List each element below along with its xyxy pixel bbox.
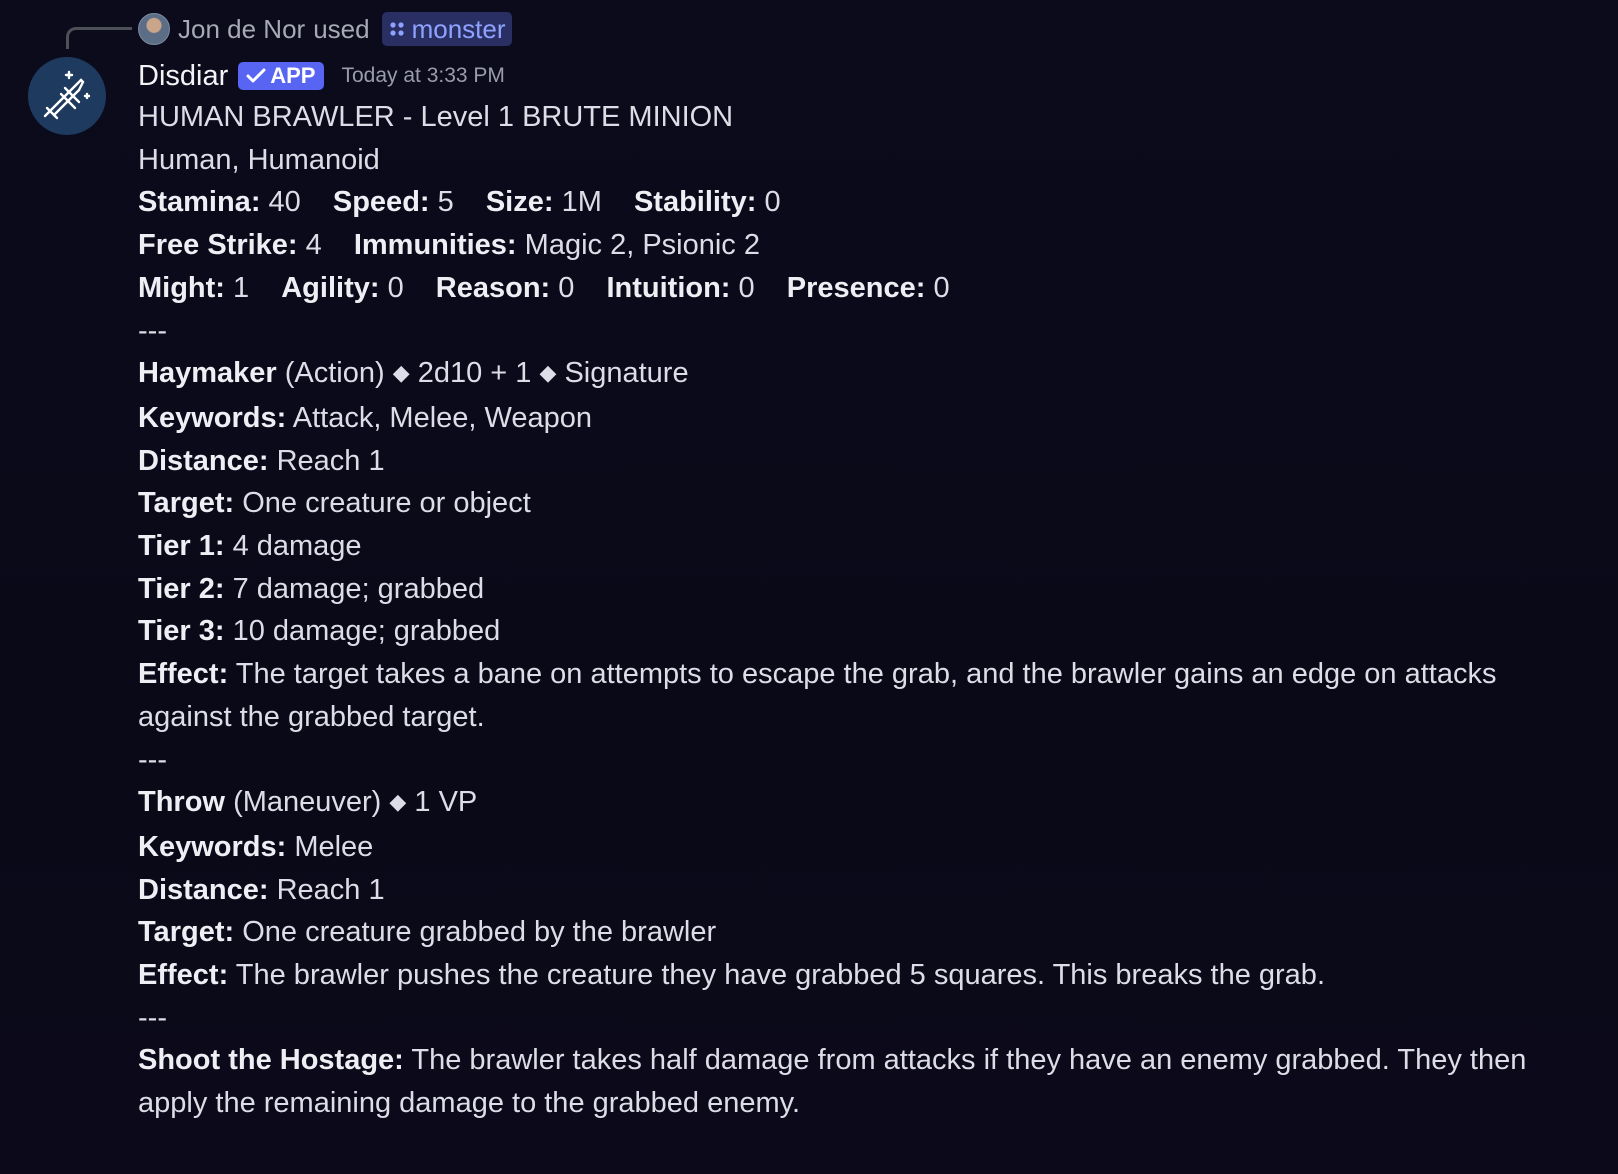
reply-connector: [66, 27, 132, 49]
effect-label: Effect:: [138, 658, 229, 691]
tier-2-label: Tier 2:: [138, 572, 225, 605]
presence-label: Presence:: [786, 271, 926, 304]
tier-3-value: 10 damage; grabbed: [232, 615, 501, 648]
characteristics-line: Might: 1 Agility: 0 Reason: 0 Intuition:…: [138, 267, 1578, 310]
checkmark-icon: [246, 68, 266, 83]
keywords-value: Attack, Melee, Weapon: [292, 401, 593, 434]
stats-line-2: Free Strike: 4 Immunities: Magic 2, Psio…: [138, 224, 1578, 267]
throw-type: (Maneuver): [233, 786, 382, 819]
tier-1-value: 4 damage: [232, 530, 362, 563]
diamond-icon: ◆: [392, 360, 410, 386]
diamond-icon: ◆: [539, 360, 557, 386]
author-name[interactable]: Disdiar: [138, 60, 228, 93]
distance-label: Distance:: [138, 873, 269, 906]
separator: ---: [138, 1001, 167, 1034]
keywords-label: Keywords:: [138, 830, 287, 863]
stamina-label: Stamina:: [138, 186, 261, 219]
keywords-label: Keywords:: [138, 401, 287, 434]
trait-name: Shoot the Hostage:: [138, 1044, 404, 1077]
reply-used-text: used: [313, 13, 370, 44]
haymaker-roll: 2d10 + 1: [417, 357, 532, 390]
haymaker-type: (Action): [284, 357, 385, 390]
haymaker-effect: Effect: The target takes a bane on attem…: [138, 653, 1578, 738]
message-header: Disdiar APP Today at 3:33 PM: [138, 56, 505, 96]
agility-value: 0: [387, 271, 404, 304]
free-strike-value: 4: [305, 229, 322, 262]
might-value: 1: [233, 271, 250, 304]
diamond-icon: ◆: [389, 789, 407, 815]
intuition-label: Intuition:: [606, 271, 731, 304]
speed-value: 5: [437, 186, 454, 219]
haymaker-keywords: Keywords: Attack, Melee, Weapon: [138, 397, 1578, 440]
distance-label: Distance:: [138, 444, 269, 477]
target-value: One creature or object: [242, 487, 531, 520]
tier-2-value: 7 damage; grabbed: [232, 572, 485, 605]
haymaker-distance: Distance: Reach 1: [138, 440, 1578, 483]
throw-name: Throw: [138, 786, 225, 819]
reason-label: Reason:: [435, 271, 551, 304]
bot-avatar[interactable]: [28, 57, 106, 135]
reply-username[interactable]: Jon de Nor: [178, 14, 305, 45]
stability-label: Stability:: [633, 186, 757, 219]
effect-label: Effect:: [138, 959, 229, 992]
command-name: monster: [411, 13, 506, 44]
target-label: Target:: [138, 916, 235, 949]
stamina-value: 40: [268, 186, 301, 219]
target-value: One creature grabbed by the brawler: [242, 916, 717, 949]
haymaker-target: Target: One creature or object: [138, 482, 1578, 525]
presence-value: 0: [933, 271, 950, 304]
immunities-value: Magic 2, Psionic 2: [524, 229, 760, 262]
tier-3-label: Tier 3:: [138, 615, 225, 648]
free-strike-label: Free Strike:: [138, 229, 298, 262]
distance-value: Reach 1: [276, 873, 385, 906]
reply-user-avatar[interactable]: [138, 13, 170, 45]
haymaker-tag: Signature: [564, 357, 689, 390]
throw-distance: Distance: Reach 1: [138, 869, 1578, 912]
haymaker-tier-1: Tier 1: 4 damage: [138, 525, 1578, 568]
target-label: Target:: [138, 487, 235, 520]
throw-keywords: Keywords: Melee: [138, 826, 1578, 869]
message-content: HUMAN BRAWLER - Level 1 BRUTE MINION Hum…: [138, 96, 1578, 1125]
distance-value: Reach 1: [276, 444, 385, 477]
command-mention[interactable]: monster: [381, 12, 512, 46]
app-badge-label: APP: [270, 63, 316, 88]
reason-value: 0: [558, 271, 575, 304]
intuition-value: 0: [738, 271, 755, 304]
keywords-value: Melee: [294, 830, 374, 863]
monster-title: HUMAN BRAWLER - Level 1 BRUTE MINION: [138, 101, 734, 133]
speed-label: Speed:: [332, 186, 430, 219]
app-command-icon: [389, 22, 404, 36]
immunities-label: Immunities:: [353, 229, 517, 262]
haymaker-header: Haymaker (Action) ◆ 2d10 + 1 ◆ Signature: [138, 352, 1578, 397]
stats-line-1: Stamina: 40 Speed: 5 Size: 1M Stability:…: [138, 181, 1578, 224]
separator: ---: [138, 743, 167, 776]
reply-context[interactable]: Jon de Nor used monster: [138, 11, 512, 47]
separator: ---: [138, 314, 167, 347]
monster-ancestry: Human, Humanoid: [138, 143, 380, 176]
sword-sparkle-icon: [43, 70, 91, 120]
effect-value: The target takes a bane on attempts to e…: [138, 658, 1497, 733]
size-value: 1M: [561, 186, 602, 219]
throw-effect: Effect: The brawler pushes the creature …: [138, 954, 1578, 997]
trait-shoot-the-hostage: Shoot the Hostage: The brawler takes hal…: [138, 1039, 1578, 1124]
throw-header: Throw (Maneuver) ◆ 1 VP: [138, 781, 1578, 826]
stability-value: 0: [764, 186, 781, 219]
app-badge: APP: [238, 62, 324, 90]
haymaker-tier-2: Tier 2: 7 damage; grabbed: [138, 568, 1578, 611]
haymaker-tier-3: Tier 3: 10 damage; grabbed: [138, 610, 1578, 653]
throw-cost: 1 VP: [414, 786, 478, 819]
agility-label: Agility:: [281, 271, 380, 304]
throw-target: Target: One creature grabbed by the braw…: [138, 911, 1578, 954]
haymaker-name: Haymaker: [138, 357, 277, 390]
effect-value: The brawler pushes the creature they hav…: [235, 959, 1325, 992]
size-label: Size:: [485, 186, 554, 219]
tier-1-label: Tier 1:: [138, 530, 225, 563]
might-label: Might:: [138, 271, 225, 304]
message-timestamp[interactable]: Today at 3:33 PM: [342, 64, 505, 88]
